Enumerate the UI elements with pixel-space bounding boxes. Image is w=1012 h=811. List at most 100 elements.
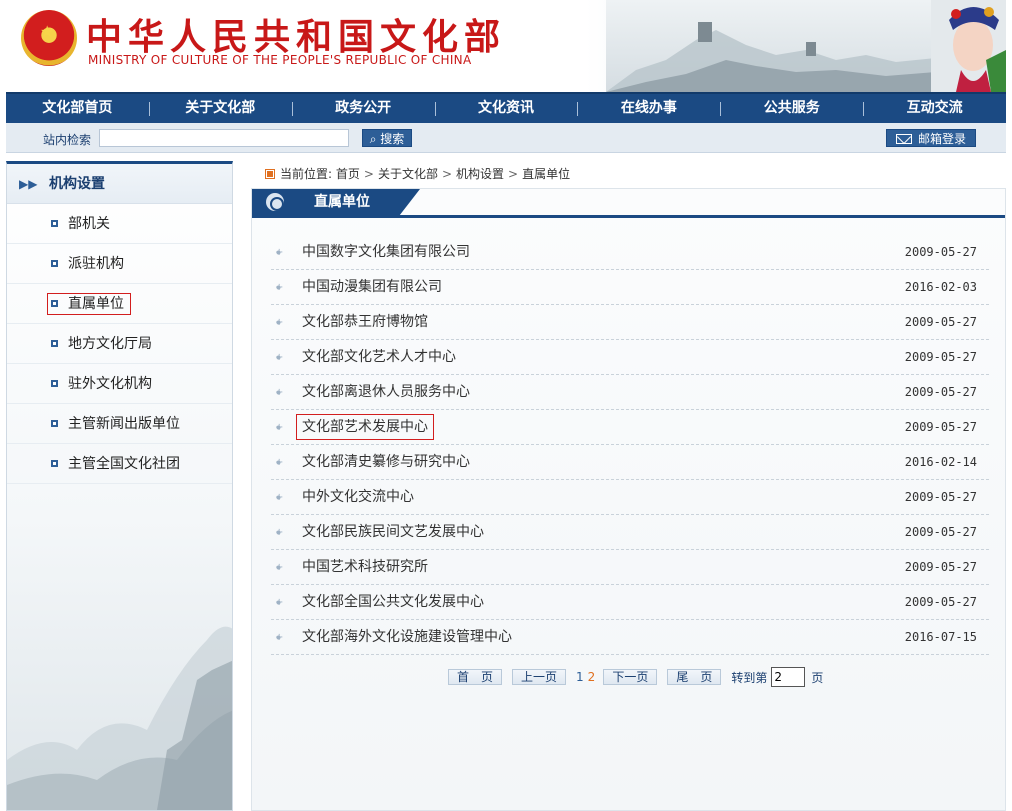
- nav-about[interactable]: 关于文化部: [148, 94, 292, 123]
- list-item-date: 2009-05-27: [904, 420, 977, 434]
- list-bullet-icon: [275, 446, 283, 480]
- breadcrumb-current: 直属单位: [522, 167, 571, 181]
- list-bullet-icon: [275, 516, 283, 550]
- sidebar-item-label: 派驻机构: [68, 256, 124, 272]
- breadcrumb-link-about[interactable]: 关于文化部: [378, 167, 438, 181]
- national-emblem-icon: [21, 10, 77, 66]
- square-bullet-icon: [51, 340, 58, 347]
- sidebar-item-national-culture-societies[interactable]: 主管全国文化社团: [7, 444, 232, 484]
- list-item-title[interactable]: 文化部民族民间文艺发展中心: [302, 515, 484, 549]
- sidebar-title: ▶▶ 机构设置: [7, 164, 232, 204]
- ink-mountain-decoration-image: [7, 626, 232, 810]
- list-item-date: 2009-05-27: [904, 350, 977, 364]
- list-item[interactable]: 中外文化交流中心 2009-05-27: [271, 480, 989, 515]
- breadcrumb-prefix: 当前位置:: [280, 167, 333, 181]
- location-icon: [265, 169, 275, 179]
- list-item-date: 2009-05-27: [904, 560, 977, 574]
- list-item[interactable]: 中国动漫集团有限公司 2016-02-03: [271, 270, 989, 305]
- chevron-right-icon: >: [508, 167, 519, 181]
- first-page-button[interactable]: 首 页: [448, 669, 503, 685]
- sidebar-item-label: 部机关: [68, 216, 110, 232]
- list-item-date: 2009-05-27: [904, 490, 977, 504]
- list-item-date: 2009-05-27: [904, 525, 977, 539]
- sidebar: ▶▶ 机构设置 部机关 派驻机构 直属单位 地方文化厅局 驻外文化机构 主管新闻…: [6, 161, 233, 811]
- nav-government-affairs[interactable]: 政务公开: [291, 94, 435, 123]
- breadcrumb-link-organization[interactable]: 机构设置: [456, 167, 504, 181]
- list-item-title[interactable]: 文化部艺术发展中心: [296, 414, 434, 440]
- sidebar-item-ministry-departments[interactable]: 部机关: [7, 204, 232, 244]
- chevron-right-icon: >: [441, 167, 453, 181]
- unit-list: 中国数字文化集团有限公司 2009-05-27 中国动漫集团有限公司 2016-02…: [271, 235, 989, 655]
- list-item[interactable]: 文化部恭王府博物馆 2009-05-27: [271, 305, 989, 340]
- sidebar-title-label: 机构设置: [49, 176, 105, 192]
- prev-page-button[interactable]: 上一页: [512, 669, 567, 685]
- goto-page-input[interactable]: [771, 667, 806, 687]
- page-1-link[interactable]: 1: [576, 670, 584, 684]
- list-bullet-icon: [275, 586, 283, 620]
- sidebar-item-label: 直属单位: [47, 293, 131, 315]
- section-title: 直属单位: [314, 194, 370, 210]
- list-item[interactable]: 文化部海外文化设施建设管理中心 2016-07-15: [271, 620, 989, 655]
- nav-public-services[interactable]: 公共服务: [720, 94, 863, 123]
- search-button-label: 搜索: [380, 132, 405, 146]
- list-item[interactable]: 中国艺术科技研究所 2009-05-27: [271, 550, 989, 585]
- list-item[interactable]: 文化部离退休人员服务中心 2009-05-27: [271, 375, 989, 410]
- list-item-title[interactable]: 文化部清史纂修与研究中心: [302, 445, 470, 479]
- search-label: 站内检索: [43, 133, 92, 147]
- list-bullet-icon: [275, 341, 283, 375]
- pagination: 首 页 上一页 1 2 下一页 尾 页 转到第 页: [448, 667, 823, 687]
- main-content-panel: 直属单位 中国数字文化集团有限公司 2009-05-27 中国动漫集团有限公司 20…: [251, 188, 1006, 811]
- list-item[interactable]: 文化部全国公共文化发展中心 2009-05-27: [271, 585, 989, 620]
- list-bullet-icon: [275, 551, 283, 585]
- nav-home[interactable]: 文化部首页: [6, 94, 149, 123]
- double-arrow-right-icon: ▶▶: [19, 177, 38, 191]
- sidebar-item-overseas-culture-agencies[interactable]: 驻外文化机构: [7, 364, 232, 404]
- list-bullet-icon: [275, 271, 283, 305]
- square-bullet-icon: [51, 460, 58, 467]
- list-item[interactable]: 文化部艺术发展中心 2009-05-27: [271, 410, 989, 445]
- list-item-date: 2016-02-03: [904, 280, 977, 294]
- sidebar-item-dispatched-agencies[interactable]: 派驻机构: [7, 244, 232, 284]
- mail-login-label: 邮箱登录: [917, 132, 966, 146]
- list-item[interactable]: 文化部清史纂修与研究中心 2016-02-14: [271, 445, 989, 480]
- list-item-title[interactable]: 中外文化交流中心: [302, 480, 414, 514]
- mail-login-button[interactable]: 邮箱登录: [886, 129, 976, 147]
- list-bullet-icon: [275, 621, 283, 655]
- breadcrumb-link-home[interactable]: 首页: [336, 167, 360, 181]
- chevron-right-icon: >: [363, 167, 374, 181]
- list-item-date: 2016-02-14: [904, 455, 977, 469]
- page-unit-label: 页: [811, 670, 824, 685]
- list-item-title[interactable]: 中国动漫集团有限公司: [302, 270, 442, 304]
- nav-interaction[interactable]: 互动交流: [863, 94, 1006, 123]
- list-item-title[interactable]: 文化部离退休人员服务中心: [302, 375, 470, 409]
- list-item-date: 2009-05-27: [904, 385, 977, 399]
- list-item[interactable]: 文化部民族民间文艺发展中心 2009-05-27: [271, 515, 989, 550]
- nav-news[interactable]: 文化资讯: [434, 94, 578, 123]
- list-item-title[interactable]: 文化部文化艺术人才中心: [302, 340, 456, 374]
- list-item[interactable]: 文化部文化艺术人才中心 2009-05-27: [271, 340, 989, 375]
- square-bullet-icon: [51, 220, 58, 227]
- opera-mask-image: [931, 0, 1006, 92]
- goto-label: 转到第: [731, 670, 768, 685]
- site-subtitle: MINISTRY OF CULTURE OF THE PEOPLE'S REPU…: [88, 53, 472, 67]
- list-item-title[interactable]: 文化部全国公共文化发展中心: [302, 585, 484, 619]
- list-item-title[interactable]: 文化部恭王府博物馆: [302, 305, 428, 339]
- search-input[interactable]: [99, 129, 349, 147]
- sidebar-item-label: 驻外文化机构: [68, 376, 152, 392]
- envelope-icon: [895, 134, 912, 144]
- sidebar-item-local-culture-bureaus[interactable]: 地方文化厅局: [7, 324, 232, 364]
- sidebar-item-press-publishing-units[interactable]: 主管新闻出版单位: [7, 404, 232, 444]
- list-item[interactable]: 中国数字文化集团有限公司 2009-05-27: [271, 235, 989, 270]
- list-item-title[interactable]: 文化部海外文化设施建设管理中心: [302, 620, 512, 654]
- last-page-button[interactable]: 尾 页: [667, 669, 722, 685]
- search-button[interactable]: ⌕ 搜索: [362, 129, 412, 147]
- list-item-title[interactable]: 中国数字文化集团有限公司: [302, 235, 470, 269]
- breadcrumb: 当前位置: 首页 > 关于文化部 > 机构设置 > 直属单位: [265, 165, 571, 182]
- square-bullet-icon: [51, 380, 58, 387]
- list-bullet-icon: [275, 236, 283, 270]
- sidebar-item-label: 主管全国文化社团: [68, 456, 180, 472]
- next-page-button[interactable]: 下一页: [603, 669, 658, 685]
- nav-online-services[interactable]: 在线办事: [577, 94, 720, 123]
- sidebar-item-affiliated-units[interactable]: 直属单位: [7, 284, 232, 324]
- list-item-title[interactable]: 中国艺术科技研究所: [302, 550, 428, 584]
